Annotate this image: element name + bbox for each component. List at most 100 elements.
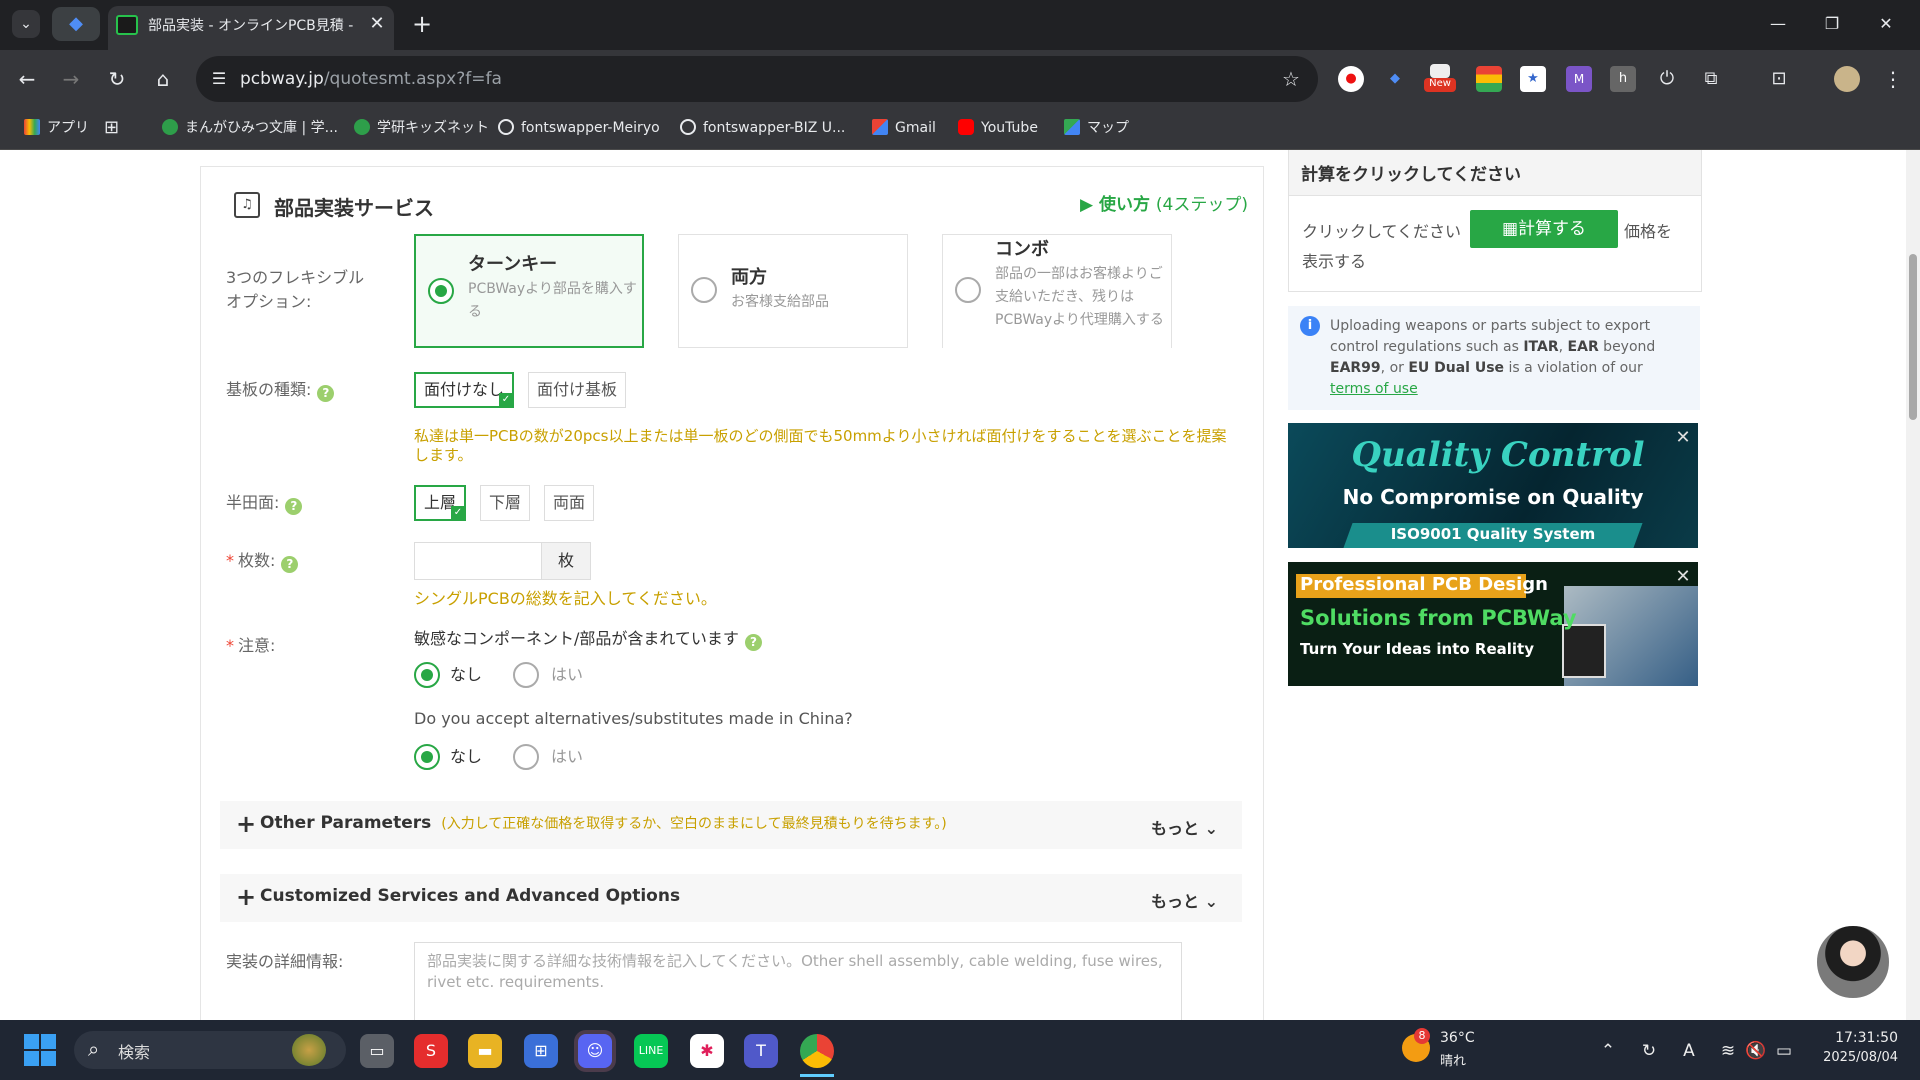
custom-services-bar[interactable]: + Customized Services and Advanced Optio… (220, 874, 1242, 922)
help-question-icon[interactable]: ? (281, 556, 299, 573)
quality-control-ad[interactable]: Quality Control No Compromise on Quality… (1288, 423, 1698, 548)
help-question-icon[interactable]: ? (317, 385, 335, 402)
home-icon[interactable]: ⌂ (146, 62, 180, 96)
bookmark-star-icon[interactable]: ☆ (1276, 64, 1306, 94)
tab-search-chevron-icon[interactable]: ⌄ (12, 10, 40, 38)
sync-icon[interactable]: ↻ (1636, 1036, 1662, 1066)
line-icon[interactable]: LINE (634, 1034, 668, 1068)
h-extension-icon[interactable]: h (1610, 66, 1636, 92)
support-agent-avatar[interactable] (1815, 924, 1891, 1000)
pinned-tab-gem-icon[interactable]: ◆ (52, 7, 100, 41)
weather-temp[interactable]: 36°C (1440, 1030, 1500, 1050)
solder-top[interactable]: 上層 (414, 485, 466, 521)
restore-icon[interactable]: ❐ (1806, 6, 1858, 42)
alternatives-yes-radio[interactable] (513, 744, 539, 770)
ime-icon[interactable]: A (1676, 1036, 1702, 1066)
more-toggle[interactable]: もっと ⌄ (1151, 815, 1218, 839)
combo-radio[interactable] (955, 277, 981, 303)
calculate-button[interactable]: ▦計算する (1470, 210, 1618, 248)
back-arrow-icon[interactable]: ← (10, 62, 44, 96)
new-tab-plus-icon[interactable]: + (406, 10, 438, 40)
bookmark-gmail[interactable]: Gmail (872, 114, 936, 142)
windows-start-icon[interactable] (24, 1034, 56, 1066)
bookmark-fontswapper-meiryo[interactable]: fontswapper-Meiryo (498, 114, 660, 142)
gem-extension-icon[interactable]: ◆ (1382, 66, 1408, 92)
task-view-icon[interactable]: ▭ (360, 1034, 394, 1068)
howto-steps: (4ステップ) (1155, 195, 1248, 215)
minimize-icon[interactable]: — (1752, 6, 1804, 42)
start-tile (41, 1034, 56, 1049)
profile-avatar[interactable] (1834, 66, 1860, 92)
bookmark-fontswapper-biz[interactable]: fontswapper-BIZ U... (680, 114, 845, 142)
solder-bottom[interactable]: 下層 (480, 485, 530, 521)
screenshot-icon[interactable]: ⊡ (1766, 66, 1792, 92)
bookmark-label: アプリ (47, 120, 89, 136)
site-info-icon[interactable]: ☰ (204, 64, 234, 94)
bookmark-youtube[interactable]: YouTube (958, 114, 1038, 142)
close-window-icon[interactable]: ✕ (1860, 6, 1912, 42)
ad-close-icon[interactable]: ✕ (1674, 429, 1692, 447)
power-extension-icon[interactable]: ⏻ (1654, 66, 1680, 92)
discord-icon[interactable]: ☺ (578, 1034, 612, 1068)
chrome-icon[interactable] (800, 1034, 834, 1068)
assembly-service-icon: ♫ (234, 192, 260, 218)
forward-arrow-icon[interactable]: → (54, 62, 88, 96)
clock-time[interactable]: 17:31:50 (1790, 1030, 1898, 1050)
label-text: 枚数: (238, 551, 276, 570)
scrollbar-thumb[interactable] (1909, 254, 1917, 420)
wifi-icon[interactable]: ≋ (1716, 1036, 1740, 1066)
bookmark-apps[interactable]: アプリ (24, 114, 89, 142)
help-question-icon[interactable]: ? (744, 634, 762, 651)
howto-link[interactable]: ▶ 使い方 (4ステップ) (1066, 190, 1248, 216)
tab-close-icon[interactable]: ✕ (366, 13, 388, 35)
option-turnkey[interactable]: ターンキー PCBWayより部品を購入する (414, 234, 644, 348)
m-extension-icon[interactable]: M (1566, 66, 1592, 92)
gakken-icon (162, 119, 178, 135)
alternatives-no-radio[interactable] (414, 744, 440, 770)
color-extension-icon[interactable] (1476, 66, 1502, 92)
required-asterisk: * (226, 636, 234, 655)
file-explorer-icon[interactable]: ▬ (468, 1034, 502, 1068)
option-combo[interactable]: コンボ 部品の一部はお客様よりご支給いただき、残りはPCBWayより代理購入する (942, 234, 1172, 348)
bookmark-gakken-kids[interactable]: 学研キッズネット (354, 114, 489, 142)
other-parameters-bar[interactable]: + Other Parameters (入力して正確な価格を取得するか、空白のまま… (220, 801, 1242, 849)
new-badge[interactable]: New (1424, 78, 1456, 92)
store-icon[interactable]: ⊞ (524, 1034, 558, 1068)
sensitive-yes-label: はい (551, 665, 584, 684)
url-text[interactable]: pcbway.jp/quotesmt.aspx?f=fa (240, 66, 740, 92)
board-type-no-panel[interactable]: 面付けなし (414, 372, 514, 408)
app-s-icon[interactable]: S (414, 1034, 448, 1068)
reload-icon[interactable]: ↻ (100, 62, 134, 96)
notice-bold: EU Dual Use (1408, 360, 1505, 376)
option-both[interactable]: 両方 お客様支給部品 (678, 234, 908, 348)
question-text: 敏感なコンポーネント/部品が含まれています (414, 629, 739, 648)
required-asterisk: * (226, 551, 234, 570)
volume-mute-icon[interactable]: 🔇 (1744, 1036, 1768, 1066)
news-extension-icon[interactable] (1430, 64, 1450, 78)
qty-input[interactable] (414, 542, 542, 580)
bar-title-text: Other Parameters (260, 813, 432, 833)
record-extension-icon[interactable]: ● (1338, 66, 1364, 92)
extensions-puzzle-icon[interactable]: ⧉ (1698, 66, 1724, 92)
pcb-design-ad[interactable]: Professional PCB Design Solutions from P… (1288, 562, 1698, 686)
board-type-panel[interactable]: 面付け基板 (528, 372, 626, 408)
teams-icon[interactable]: T (744, 1034, 778, 1068)
sensitive-no-radio[interactable] (414, 662, 440, 688)
screen-extension-icon[interactable]: ★ (1520, 66, 1546, 92)
tray-chevron-up-icon[interactable]: ⌃ (1596, 1036, 1620, 1066)
bookmark-manga[interactable]: まんがひみつ文庫 | 学... (162, 114, 338, 142)
both-radio[interactable] (691, 277, 717, 303)
turnkey-radio[interactable] (428, 278, 454, 304)
sensitive-yes-radio[interactable] (513, 662, 539, 688)
options-label-line: オプション: (226, 292, 312, 311)
url-path: /quotesmt.aspx?f=fa (323, 69, 502, 89)
solder-both[interactable]: 両面 (544, 485, 594, 521)
menu-kebab-icon[interactable]: ⋮ (1880, 66, 1906, 92)
help-question-icon[interactable]: ? (285, 498, 303, 515)
ad-close-icon[interactable]: ✕ (1674, 568, 1692, 586)
slack-icon[interactable]: ✱ (690, 1034, 724, 1068)
terms-of-use-link[interactable]: terms of use (1330, 381, 1418, 397)
bookmark-grid-icon[interactable]: ⊞ (104, 114, 119, 142)
bookmark-maps[interactable]: マップ (1064, 114, 1129, 142)
more-toggle[interactable]: もっと ⌄ (1151, 888, 1218, 912)
